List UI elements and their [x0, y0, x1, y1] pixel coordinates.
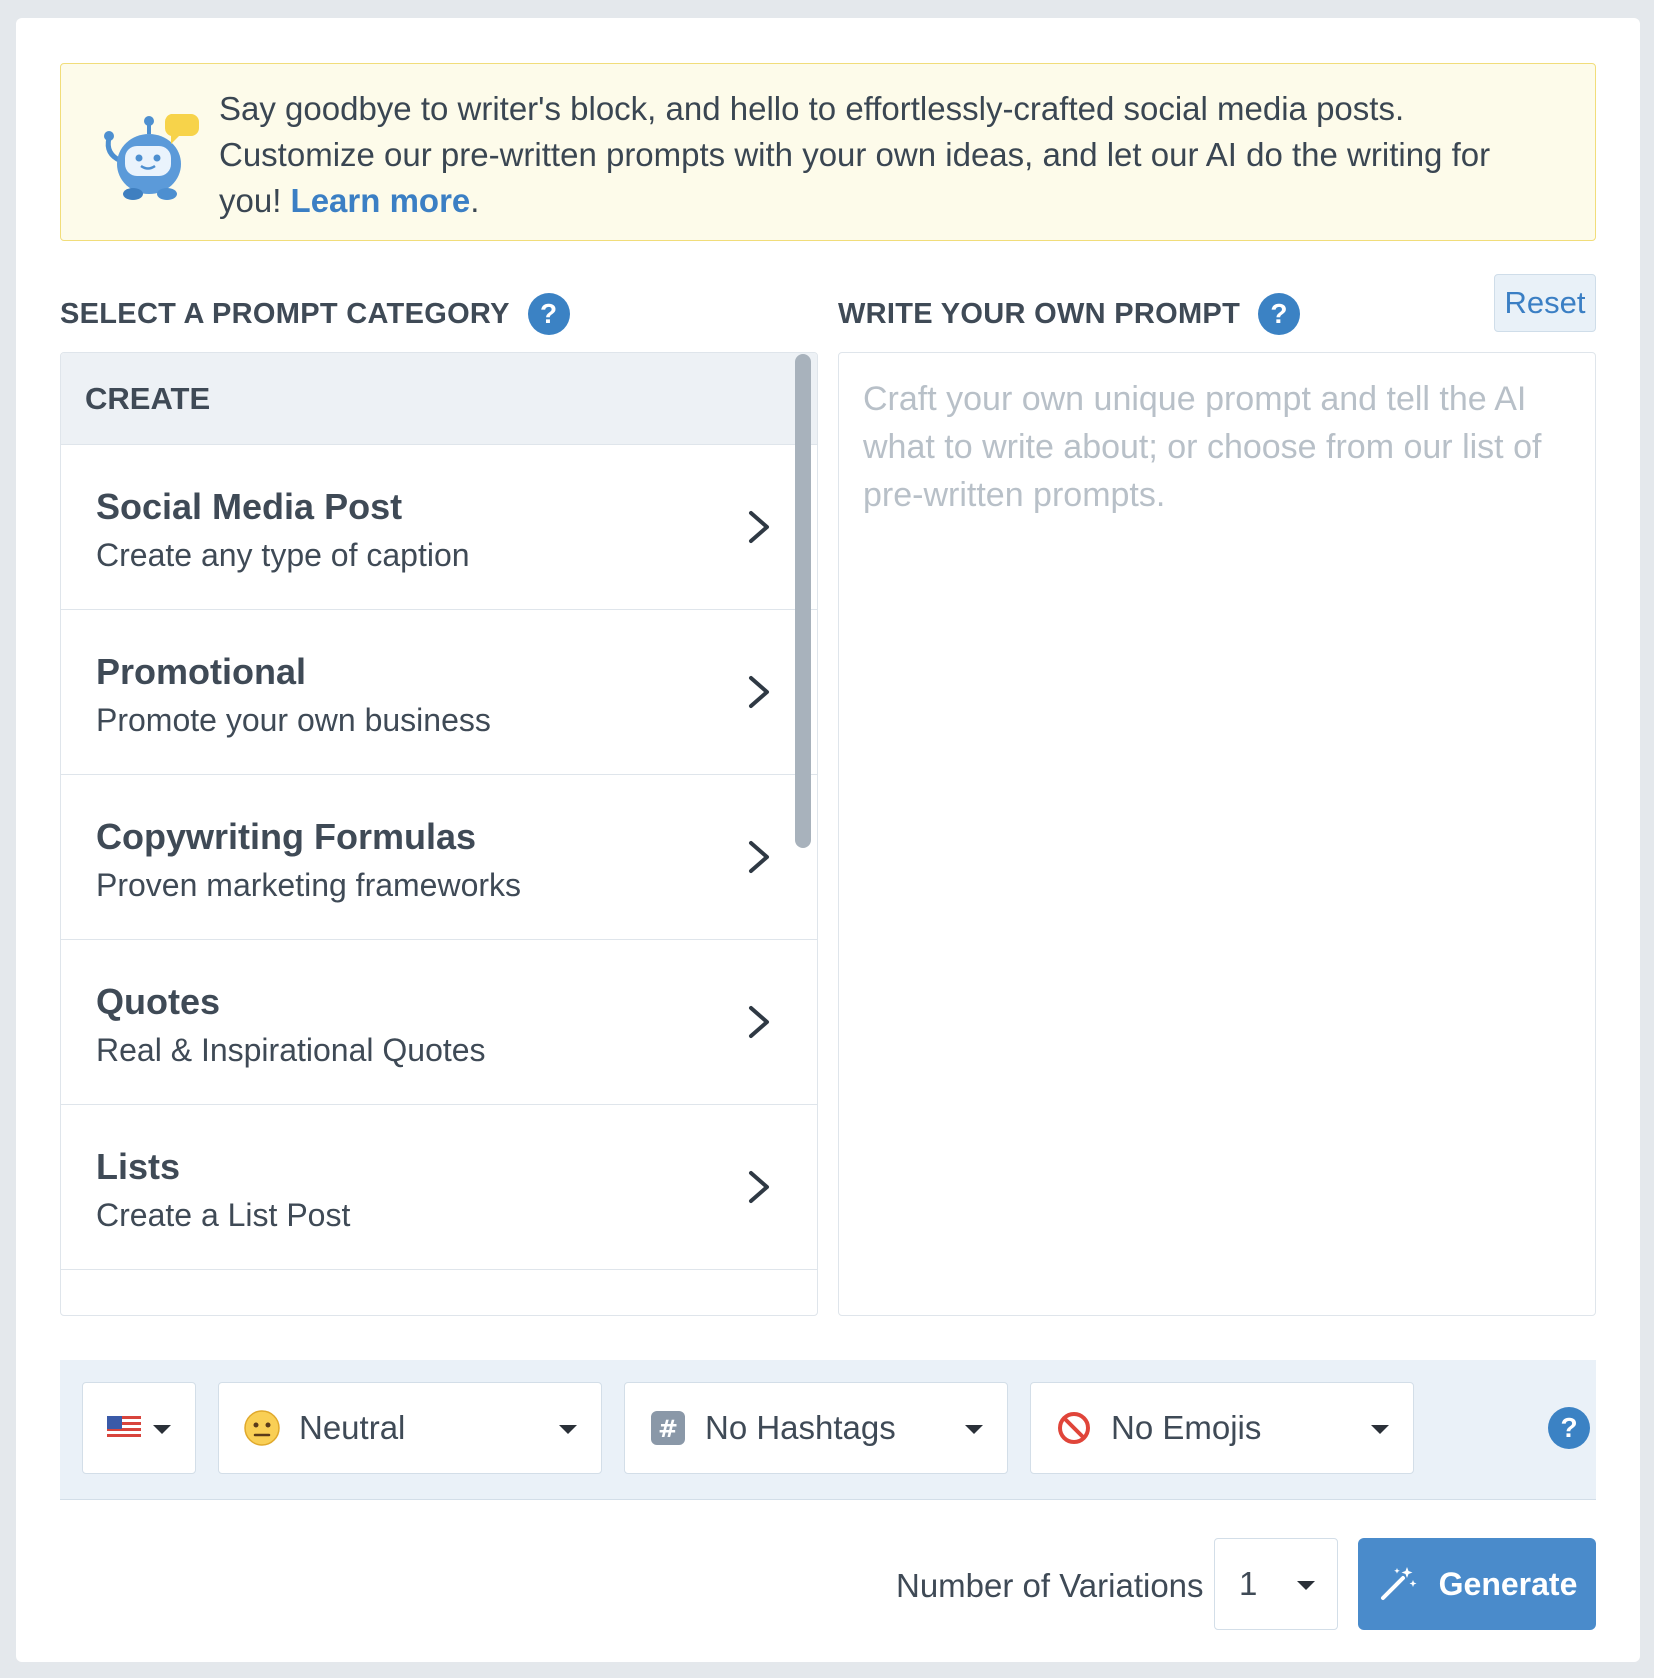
category-group-header: CREATE: [61, 353, 817, 445]
hashtag-icon: #: [651, 1411, 685, 1445]
magic-wand-icon: [1380, 1567, 1417, 1600]
category-help-icon[interactable]: ?: [527, 293, 570, 335]
prompt-help-icon[interactable]: ?: [1258, 293, 1301, 335]
chevron-down-icon: [559, 1425, 577, 1434]
category-item-social-media-post[interactable]: Social Media Post Create any type of cap…: [61, 445, 817, 610]
variations-label: Number of Variations: [896, 1567, 1204, 1604]
category-item-copywriting-formulas[interactable]: Copywriting Formulas Proven marketing fr…: [61, 775, 817, 940]
tone-label: Neutral: [299, 1409, 406, 1446]
custom-prompt-textarea[interactable]: Craft your own unique prompt and tell th…: [838, 352, 1596, 1316]
category-title: Copywriting Formulas: [96, 816, 477, 857]
banner-suffix: .: [470, 182, 480, 219]
category-subtitle: Real & Inspirational Quotes: [96, 1032, 486, 1068]
category-item-lists[interactable]: Lists Create a List Post: [61, 1105, 817, 1270]
emojis-select[interactable]: No Emojis: [1030, 1382, 1414, 1474]
language-select[interactable]: [82, 1382, 196, 1474]
svg-text:#: #: [658, 1415, 678, 1443]
chevron-down-icon: [1371, 1425, 1389, 1434]
prompt-placeholder: Craft your own unique prompt and tell th…: [863, 380, 1542, 514]
category-subtitle: Create any type of caption: [96, 537, 470, 573]
category-subtitle: Promote your own business: [96, 702, 491, 738]
prohibited-icon: [1058, 1412, 1090, 1444]
prompt-card: Say goodbye to writer's block, and hello…: [16, 18, 1640, 1662]
hashtags-label: No Hashtags: [705, 1409, 896, 1446]
options-bar: Neutral # No Hashtags No Emojis ?: [60, 1360, 1596, 1500]
category-item-promotional[interactable]: Promotional Promote your own business: [61, 610, 817, 775]
chevron-right-icon: [749, 1006, 769, 1038]
category-item-quotes[interactable]: Quotes Real & Inspirational Quotes: [61, 940, 817, 1105]
learn-more-link[interactable]: Learn more: [291, 182, 471, 219]
variations-value: 1: [1239, 1565, 1258, 1602]
category-title: Promotional: [96, 651, 307, 692]
emojis-label: No Emojis: [1111, 1409, 1262, 1446]
robot-icon: [104, 114, 199, 200]
category-title: Lists: [96, 1146, 181, 1187]
chevron-right-icon: [749, 841, 769, 873]
chevron-down-icon: [965, 1425, 983, 1434]
chevron-right-icon: [749, 511, 769, 543]
category-title: Social Media Post: [96, 486, 403, 527]
neutral-face-icon: [244, 1410, 280, 1446]
chevron-right-icon: [749, 1171, 769, 1203]
chevron-down-icon: [153, 1425, 171, 1434]
banner-text: Say goodbye to writer's block, and hello…: [219, 86, 1559, 224]
category-title: Quotes: [96, 981, 221, 1022]
category-list: CREATE Social Media Post Create any type…: [60, 352, 818, 1316]
us-flag-icon: [107, 1416, 141, 1440]
category-list-scrollbar[interactable]: [795, 354, 811, 848]
category-subtitle: Proven marketing frameworks: [96, 867, 522, 903]
prompt-section-header: WRITE YOUR OWN PROMPT ?: [838, 290, 1301, 338]
hashtags-select[interactable]: # No Hashtags: [624, 1382, 1008, 1474]
prompt-section-title: WRITE YOUR OWN PROMPT: [838, 297, 1241, 330]
generate-label: Generate: [1438, 1565, 1578, 1602]
options-help-icon[interactable]: ?: [1548, 1407, 1590, 1449]
category-section-header: SELECT A PROMPT CATEGORY ?: [60, 290, 570, 338]
category-section-title: SELECT A PROMPT CATEGORY: [60, 297, 510, 330]
chevron-right-icon: [749, 676, 769, 708]
category-subtitle: Create a List Post: [96, 1197, 351, 1233]
generate-button[interactable]: Generate: [1358, 1538, 1596, 1630]
tone-select[interactable]: Neutral: [218, 1382, 602, 1474]
chevron-down-icon: [1297, 1581, 1315, 1590]
reset-button[interactable]: Reset: [1494, 274, 1596, 332]
info-banner: Say goodbye to writer's block, and hello…: [60, 63, 1596, 241]
variations-select[interactable]: 1: [1214, 1538, 1338, 1630]
